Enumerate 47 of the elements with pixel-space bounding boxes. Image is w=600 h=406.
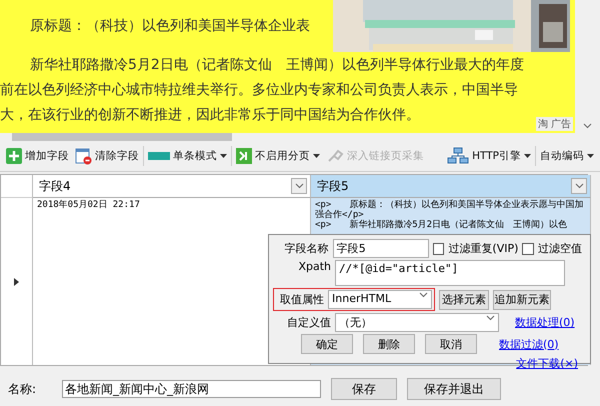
dialog-button[interactable]: 删除 [363, 334, 415, 354]
input-field[interactable]: 字段5 [332, 239, 429, 258]
toolbar-button[interactable]: HTTP引擎 [445, 145, 533, 167]
checkbox[interactable] [522, 242, 534, 254]
dialog-button[interactable]: 取消 [425, 334, 477, 354]
row-pointer-icon [14, 278, 19, 286]
chevron-down-icon [583, 123, 592, 129]
dropdown-button[interactable] [571, 178, 587, 194]
toolbar-button[interactable]: 自动编码 [538, 147, 596, 165]
column-header[interactable]: 字段5 [311, 175, 591, 198]
data-link[interactable]: 文件下载(×) [516, 356, 578, 371]
toolbar-button[interactable]: 清除字段 [73, 146, 141, 166]
dialog-button[interactable]: 确定 [301, 334, 353, 354]
input-field[interactable]: //*[@id="article"] [335, 260, 565, 286]
task-name-field[interactable]: 各地新闻_新闻中心_新浪网 [62, 380, 321, 398]
dialog-button[interactable]: 追加新元素 [493, 290, 551, 310]
data-link[interactable]: 数据过滤(0) [499, 336, 559, 352]
article-text: 原标题：（科技）以色列和美国半导体企业表 [29, 17, 310, 36]
chevron-down-icon [419, 292, 428, 298]
toolbar-button[interactable]: 不启用分页 [234, 146, 322, 166]
scrollbar-thumb[interactable] [12, 133, 232, 141]
bar-icon [148, 152, 170, 160]
toolbar-button[interactable]: 单条模式 [146, 147, 229, 165]
article-text: 新华社耶路撒冷5月2日电（记者陈文仙 王博闻）以色列半导体行业最大的年度 [29, 56, 524, 75]
skip-icon [236, 148, 252, 164]
checkbox-label: 过滤重复(VIP) [448, 241, 518, 256]
article-text: 前在以色列经济中心城市特拉维夫举行。多位业内专家和公司负责人表示，中国半导 [0, 81, 518, 100]
chevron-down-icon [486, 315, 495, 321]
select-field[interactable]: InnerHTML [328, 290, 432, 309]
chevron-down-icon [574, 183, 584, 189]
article-text: 大，在该行业的创新不断推进，因此非常乐于同中国结为合作伙伴。 [0, 106, 420, 125]
task-name-label: 名称: [7, 380, 38, 398]
footer-button[interactable]: 保存 [331, 378, 397, 400]
calendar-delete-icon [75, 148, 92, 164]
checkbox[interactable] [432, 242, 444, 254]
column-header[interactable]: 字段4 [33, 175, 311, 198]
plus-icon [6, 148, 22, 164]
toolbar-button[interactable]: 增加字段 [4, 146, 71, 166]
chevron-down-icon [294, 183, 304, 189]
footer-button[interactable]: 保存并退出 [407, 378, 501, 400]
network-icon [447, 147, 470, 165]
data-link[interactable]: 数据处理(0) [515, 315, 575, 330]
dialog-button[interactable]: 选择元素 [439, 290, 489, 310]
select-field[interactable]: （无） [335, 313, 499, 332]
dropdown-button[interactable] [291, 178, 307, 194]
checkbox-label: 过滤空值 [538, 241, 582, 256]
ad-label: 淘 广告 [536, 117, 573, 131]
